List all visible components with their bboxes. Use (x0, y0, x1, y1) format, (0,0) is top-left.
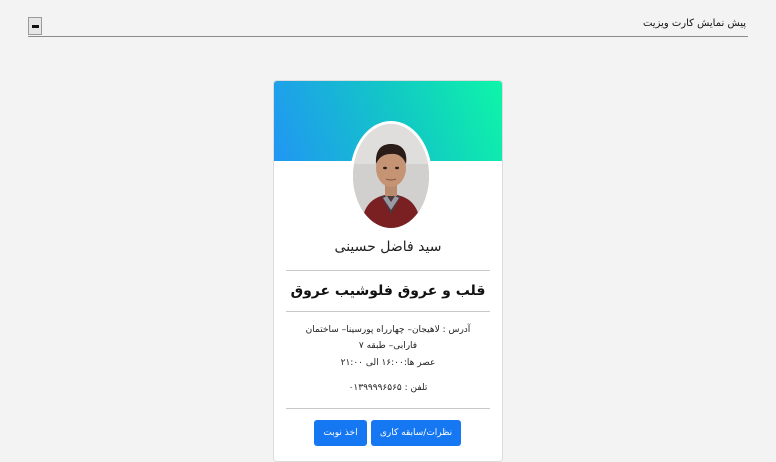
divider (286, 311, 490, 312)
preview-header: پیش نمایش کارت ویزیت (28, 16, 748, 37)
appointment-button[interactable]: اخذ نوبت (314, 420, 367, 446)
divider (286, 408, 490, 409)
address-line-2: فارابی– طبقه ۷ (358, 341, 418, 351)
specialty: قلب و عروق فلوشیب عروق (290, 283, 486, 299)
address-line-1: آدرس : لاهیجان– چهارراه پورسینا– ساختمان (305, 325, 471, 335)
preview-title: پیش نمایش کارت ویزیت (642, 18, 746, 29)
avatar-photo (353, 124, 429, 228)
collapse-button[interactable] (28, 17, 42, 35)
doctor-name: سید فاضل حسینی (334, 239, 442, 255)
history-button[interactable]: نظرات/سابقه کاری (371, 420, 461, 446)
working-hours: عصر ها:۱۶:۰۰ الی ۲۱:۰۰ (340, 358, 436, 368)
avatar (350, 121, 432, 231)
minus-icon (32, 25, 39, 28)
phone-number: تلفن : ۰۱۳۹۹۹۹۶۵۶۵ (348, 383, 428, 393)
divider (286, 270, 490, 271)
business-card: سید فاضل حسینی قلب و عروق فلوشیب عروق آد… (273, 80, 503, 462)
